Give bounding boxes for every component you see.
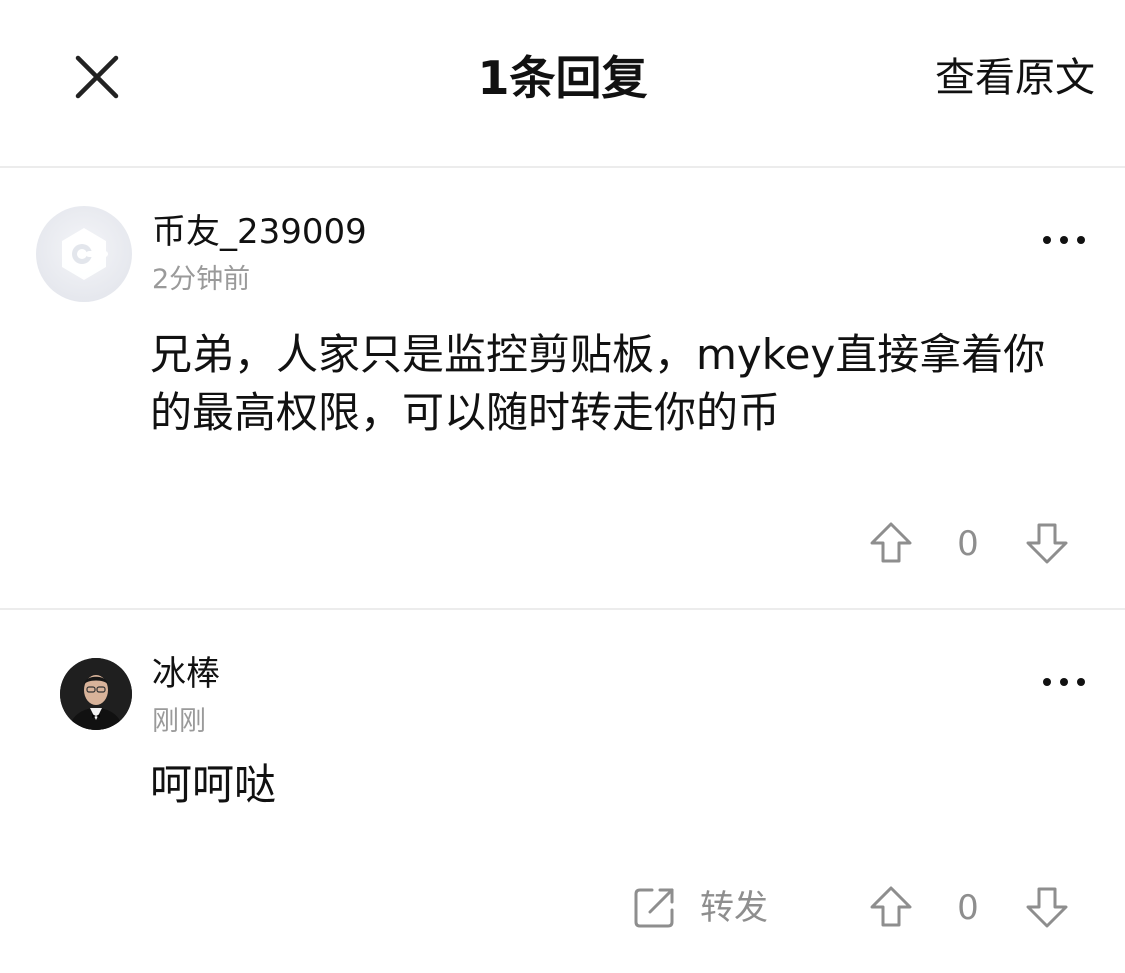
more-dot-icon — [1060, 678, 1068, 686]
more-dot-icon — [1077, 678, 1085, 686]
more-dot-icon — [1043, 678, 1051, 686]
username[interactable]: 币友_239009 — [152, 210, 367, 254]
arrow-down-icon — [1026, 887, 1068, 928]
timestamp: 刚刚 — [152, 706, 206, 737]
upvote-button[interactable] — [868, 884, 914, 934]
main-comment: 币友_239009 2分钟前 兄弟，人家只是监控剪贴板，mykey直接拿着你的最… — [0, 170, 1125, 610]
timestamp: 2分钟前 — [152, 264, 251, 295]
close-button[interactable] — [70, 50, 124, 104]
user-photo-icon — [60, 658, 132, 730]
comment-text: 呵呵哒 — [150, 760, 277, 809]
arrow-up-icon — [870, 522, 912, 563]
downvote-button[interactable] — [1024, 520, 1070, 570]
more-dot-icon — [1043, 236, 1051, 244]
avatar[interactable] — [60, 658, 132, 730]
reply-comment: 冰棒 刚刚 呵呵哒 转发 0 — [0, 612, 1125, 973]
vote-count: 0 — [957, 888, 979, 928]
more-options-button[interactable] — [1039, 228, 1089, 252]
close-icon — [75, 55, 119, 99]
vote-count: 0 — [957, 524, 979, 564]
arrow-up-icon — [870, 886, 912, 927]
share-label[interactable]: 转发 — [700, 888, 768, 928]
username[interactable]: 冰棒 — [152, 652, 220, 696]
default-avatar-logo-icon — [62, 228, 108, 280]
more-options-button[interactable] — [1039, 670, 1089, 694]
comment-text: 兄弟，人家只是监控剪贴板，mykey直接拿着你的最高权限，可以随时转走你的币 — [150, 330, 1046, 437]
more-dot-icon — [1060, 236, 1068, 244]
arrow-down-icon — [1026, 523, 1068, 564]
more-dot-icon — [1077, 236, 1085, 244]
downvote-button[interactable] — [1024, 884, 1070, 934]
top-bar: 1条回复 查看原文 — [0, 0, 1125, 168]
upvote-button[interactable] — [868, 520, 914, 570]
share-icon — [634, 888, 674, 928]
avatar[interactable] — [36, 206, 132, 302]
share-button[interactable] — [632, 884, 678, 934]
view-original-button[interactable]: 查看原文 — [935, 50, 1095, 106]
